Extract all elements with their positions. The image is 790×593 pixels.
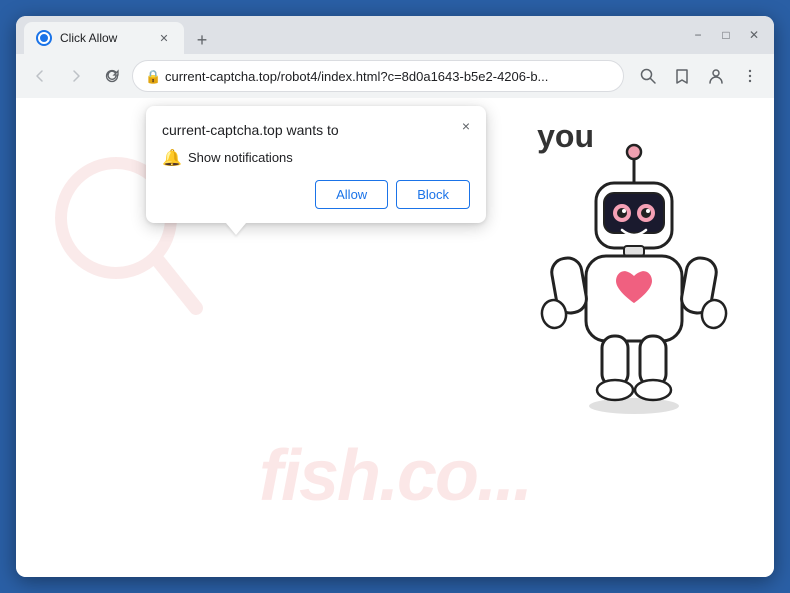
address-bar[interactable]: 🔒 current-captcha.top/robot4/index.html?… bbox=[132, 60, 624, 92]
profile-icon-button[interactable] bbox=[700, 60, 732, 92]
popup-buttons: Allow Block bbox=[162, 180, 470, 209]
robot-illustration bbox=[534, 128, 734, 448]
url-text: current-captcha.top/robot4/index.html?c=… bbox=[165, 69, 611, 84]
tab-favicon bbox=[36, 30, 52, 46]
popup-tail bbox=[226, 223, 246, 235]
close-button[interactable]: ✕ bbox=[742, 23, 766, 47]
notification-popup: × current-captcha.top wants to 🔔 Show no… bbox=[146, 106, 486, 223]
window-controls: − □ ✕ bbox=[686, 23, 766, 47]
minimize-button[interactable]: − bbox=[686, 23, 710, 47]
new-tab-button[interactable]: + bbox=[188, 26, 216, 54]
popup-close-button[interactable]: × bbox=[454, 114, 478, 138]
page-content: you bbox=[16, 98, 774, 577]
browser-window: Click Allow ✕ + − □ ✕ 🔒 current-captcha.… bbox=[16, 16, 774, 577]
allow-button[interactable]: Allow bbox=[315, 180, 388, 209]
forward-button[interactable] bbox=[60, 60, 92, 92]
refresh-button[interactable] bbox=[96, 60, 128, 92]
nav-icons bbox=[632, 60, 766, 92]
tab-close-button[interactable]: ✕ bbox=[156, 30, 172, 46]
permission-text: Show notifications bbox=[188, 150, 293, 165]
search-icon-button[interactable] bbox=[632, 60, 664, 92]
browser-tab[interactable]: Click Allow ✕ bbox=[24, 22, 184, 54]
bell-icon: 🔔 bbox=[162, 148, 180, 166]
tab-title: Click Allow bbox=[60, 31, 148, 45]
maximize-button[interactable]: □ bbox=[714, 23, 738, 47]
tab-area: Click Allow ✕ + bbox=[24, 16, 682, 54]
popup-permission-row: 🔔 Show notifications bbox=[162, 148, 470, 166]
block-button[interactable]: Block bbox=[396, 180, 470, 209]
nav-bar: 🔒 current-captcha.top/robot4/index.html?… bbox=[16, 54, 774, 98]
title-bar: Click Allow ✕ + − □ ✕ bbox=[16, 16, 774, 54]
menu-icon-button[interactable] bbox=[734, 60, 766, 92]
watermark-text: fish.co... bbox=[16, 435, 774, 517]
back-button[interactable] bbox=[24, 60, 56, 92]
lock-icon: 🔒 bbox=[145, 69, 159, 83]
bookmark-icon-button[interactable] bbox=[666, 60, 698, 92]
popup-title: current-captcha.top wants to bbox=[162, 122, 470, 138]
